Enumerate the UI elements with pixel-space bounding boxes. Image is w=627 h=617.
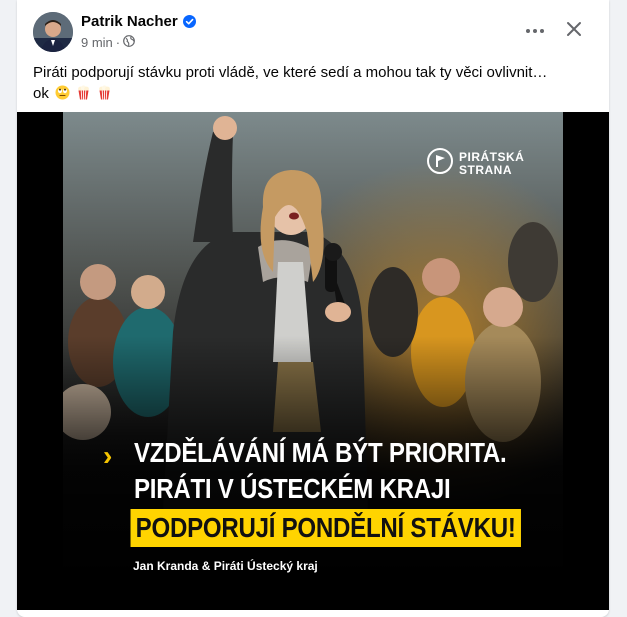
globe-icon [123,35,136,50]
logo-line-1: PIRÁTSKÁ [459,149,525,164]
author-avatar[interactable] [33,12,73,52]
author-name-row: Patrik Nacher [81,13,196,30]
post-card: Patrik Nacher 9 min · Piráti podporují s… [17,0,609,617]
post-image[interactable]: PIRÁTSKÁ STRANA › VZDĚLÁVÁNÍ MÁ BÝT PRIO… [17,112,609,610]
image-headline: VZDĚLÁVÁNÍ MÁ BÝT PRIORITA. PIRÁTI V ÚST… [103,435,521,547]
post-timestamp[interactable]: 9 min [81,35,113,50]
meta-separator: · [115,35,121,50]
author-name[interactable]: Patrik Nacher [81,13,178,30]
close-icon [566,21,582,42]
post-text-line-2: ok [33,85,49,102]
party-logo: PIRÁTSKÁ STRANA [427,148,524,179]
popcorn-emoji [76,85,91,100]
popcorn-emoji [97,85,112,100]
more-options-button[interactable] [517,16,553,44]
headline-line-1: VZDĚLÁVÁNÍ MÁ BÝT PRIORITA. [133,437,507,468]
close-button[interactable] [557,14,591,48]
image-credit: Jan Kranda & Piráti Ústecký kraj [133,559,318,573]
rolling-eyes-emoji [55,85,70,100]
pirate-flag-icon [427,148,453,179]
party-logo-text: PIRÁTSKÁ STRANA [459,149,525,177]
post-text-line-2-row: ok [33,83,593,104]
post-body: Piráti podporují stávku proti vládě, ve … [33,62,593,104]
post-header: Patrik Nacher 9 min · [17,0,609,60]
post-meta: 9 min · [81,35,136,50]
post-text-line-1: Piráti podporují stávku proti vládě, ve … [33,64,548,81]
logo-line-2: STRANA [459,162,512,177]
more-options-icon [525,21,545,39]
verified-badge-icon [182,15,196,28]
headline-line-3-highlight: PODPORUJÍ PONDĚLNÍ STÁVKU! [130,509,521,547]
headline-line-2: PIRÁTI V ÚSTECKÉM KRAJI [133,473,451,504]
